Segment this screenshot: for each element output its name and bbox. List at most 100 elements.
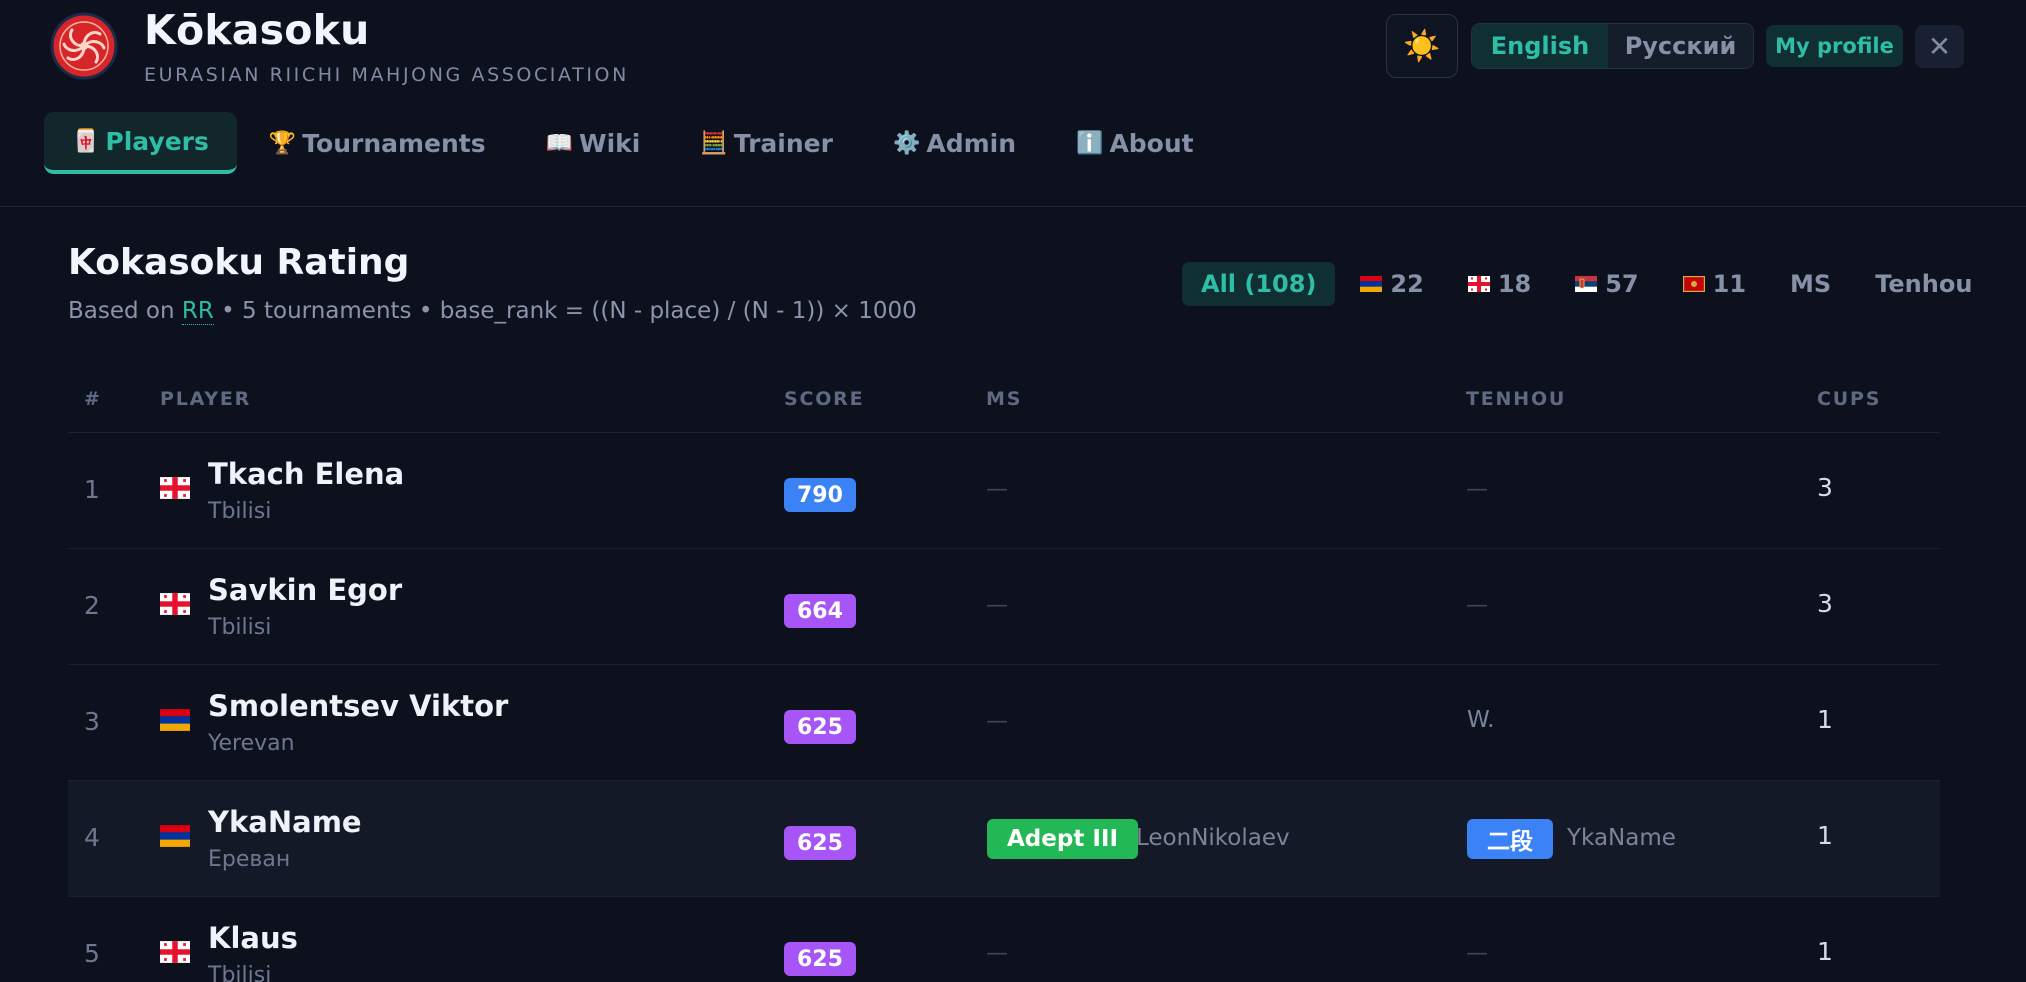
- score-badge: 625: [784, 942, 856, 976]
- language-switcher: English Русский: [1471, 23, 1754, 69]
- ms-empty: —: [986, 477, 1008, 502]
- tenhou-rank-badge: 二段: [1467, 819, 1553, 859]
- page: Kōkasoku EURASIAN RIICHI MAHJONG ASSOCIA…: [0, 0, 2026, 982]
- serbia-flag-icon: [1575, 276, 1598, 292]
- armenia-flag-icon: [160, 709, 190, 731]
- trophy-icon: 🏆: [268, 130, 297, 156]
- score-badge: 625: [784, 826, 856, 860]
- column-player[interactable]: PLAYER: [160, 388, 251, 410]
- desc-prefix: Based on: [68, 298, 182, 324]
- my-profile-button[interactable]: My profile: [1766, 25, 1903, 67]
- player-name[interactable]: Klaus: [208, 921, 298, 955]
- cups-count: 3: [1817, 473, 1833, 502]
- tab-players[interactable]: 🀄 Players: [44, 112, 237, 174]
- close-icon[interactable]: ✕: [1915, 25, 1964, 68]
- rr-link[interactable]: RR: [181, 298, 214, 325]
- app-title: Kōkasoku: [144, 6, 370, 54]
- tab-admin[interactable]: ⚙️ Admin: [865, 112, 1044, 174]
- rank-cell: 5: [84, 939, 100, 968]
- cups-count: 1: [1817, 821, 1833, 850]
- player-city: Yerevan: [208, 731, 295, 756]
- filter-georgia[interactable]: 18: [1449, 262, 1550, 306]
- filter-tenhou[interactable]: Tenhou: [1856, 262, 1991, 306]
- tenhou-empty: —: [1466, 593, 1488, 618]
- player-name[interactable]: Smolentsev Viktor: [208, 689, 508, 723]
- tab-label: Tournaments: [302, 128, 486, 158]
- cups-count: 1: [1817, 705, 1833, 734]
- montenegro-flag-icon: [1682, 276, 1705, 292]
- table-header: # PLAYER SCORE MS TENHOU CUPS: [68, 372, 1940, 433]
- rating-description: Based on RR • 5 tournaments • base_rank …: [68, 298, 917, 325]
- player-city: Tbilisi: [208, 499, 272, 524]
- table-row[interactable]: 3 Smolentsev Viktor Yerevan 625 — W. 1: [68, 665, 1940, 781]
- tenhou-account-name: YkaName: [1567, 825, 1676, 851]
- filter-label: All (108): [1201, 270, 1317, 298]
- theme-toggle-button[interactable]: ☀️: [1386, 14, 1458, 78]
- language-english-button[interactable]: English: [1472, 24, 1608, 68]
- tab-label: Players: [105, 126, 209, 156]
- filter-label: 57: [1605, 270, 1639, 298]
- player-name[interactable]: YkaName: [208, 805, 362, 839]
- filter-serbia[interactable]: 57: [1556, 262, 1657, 306]
- country-filters: All (108) 22 18 57 11 MS Tenhou: [1182, 262, 1997, 306]
- ms-account-name: LeonNikolaev: [1136, 825, 1290, 851]
- language-russian-button[interactable]: Русский: [1608, 24, 1753, 68]
- cups-count: 1: [1817, 937, 1833, 966]
- table-row[interactable]: 1 Tkach Elena Tbilisi 790 — — 3: [68, 433, 1940, 549]
- player-city: Ереван: [208, 847, 291, 872]
- filter-label: 11: [1712, 270, 1747, 298]
- table-row[interactable]: 2 Savkin Egor Tbilisi 664 — — 3: [68, 549, 1940, 665]
- column-score[interactable]: SCORE: [784, 388, 864, 410]
- tab-label: About: [1109, 128, 1194, 158]
- score-badge: 790: [784, 478, 856, 512]
- tab-label: Trainer: [733, 128, 833, 158]
- tenhou-empty: —: [1466, 477, 1488, 502]
- georgia-flag-icon: [1467, 276, 1490, 292]
- table-row[interactable]: 5 Klaus Tbilisi 625 — — 1: [68, 897, 1940, 982]
- georgia-flag-icon: [160, 593, 190, 615]
- nav-divider: [0, 206, 2026, 207]
- filter-label: 18: [1497, 270, 1532, 298]
- filter-ms[interactable]: MS: [1771, 262, 1850, 306]
- gear-icon: ⚙️: [892, 130, 921, 156]
- tab-about[interactable]: ℹ️ About: [1048, 112, 1222, 174]
- app-subtitle: EURASIAN RIICHI MAHJONG ASSOCIATION: [144, 64, 629, 86]
- main-nav: 🀄 Players 🏆 Tournaments 📖 Wiki 🧮 Trainer…: [44, 112, 1226, 174]
- player-name[interactable]: Savkin Egor: [208, 573, 402, 607]
- armenia-flag-icon: [160, 825, 190, 847]
- filter-armenia[interactable]: 22: [1341, 262, 1442, 306]
- tab-wiki[interactable]: 📖 Wiki: [518, 112, 669, 174]
- tab-trainer[interactable]: 🧮 Trainer: [672, 112, 861, 174]
- filter-label: 22: [1390, 270, 1424, 298]
- tab-label: Wiki: [579, 128, 641, 158]
- rank-cell: 2: [84, 591, 100, 620]
- column-tenhou[interactable]: TENHOU: [1466, 388, 1566, 410]
- score-badge: 664: [784, 594, 856, 628]
- tab-label: Admin: [926, 128, 1017, 158]
- rank-cell: 3: [84, 707, 100, 736]
- mahjong-tile-icon: 🀄: [72, 128, 100, 154]
- rank-cell: 4: [84, 823, 100, 852]
- page-title: Kokasoku Rating: [68, 242, 410, 283]
- filter-all[interactable]: All (108): [1182, 262, 1336, 306]
- column-ms[interactable]: MS: [986, 388, 1022, 410]
- player-name[interactable]: Tkach Elena: [208, 457, 404, 491]
- score-badge: 625: [784, 710, 856, 744]
- logo-icon[interactable]: [50, 12, 118, 80]
- table-row[interactable]: 4 YkaName Ереван 625 Adept III LeonNikol…: [68, 781, 1940, 897]
- book-icon: 📖: [545, 130, 574, 156]
- filter-montenegro[interactable]: 11: [1664, 262, 1765, 306]
- filter-label: Tenhou: [1875, 270, 1973, 298]
- cups-count: 3: [1817, 589, 1833, 618]
- filter-label: MS: [1790, 270, 1832, 298]
- sun-icon: ☀️: [1403, 28, 1441, 64]
- column-cups[interactable]: CUPS: [1817, 388, 1881, 410]
- player-city: Tbilisi: [208, 615, 272, 640]
- georgia-flag-icon: [160, 941, 190, 963]
- abacus-icon: 🧮: [700, 130, 728, 156]
- tenhou-empty: —: [1466, 941, 1488, 966]
- ms-empty: —: [986, 941, 1008, 966]
- tab-tournaments[interactable]: 🏆 Tournaments: [241, 112, 514, 174]
- column-rank[interactable]: #: [84, 388, 102, 410]
- ms-empty: —: [986, 593, 1008, 618]
